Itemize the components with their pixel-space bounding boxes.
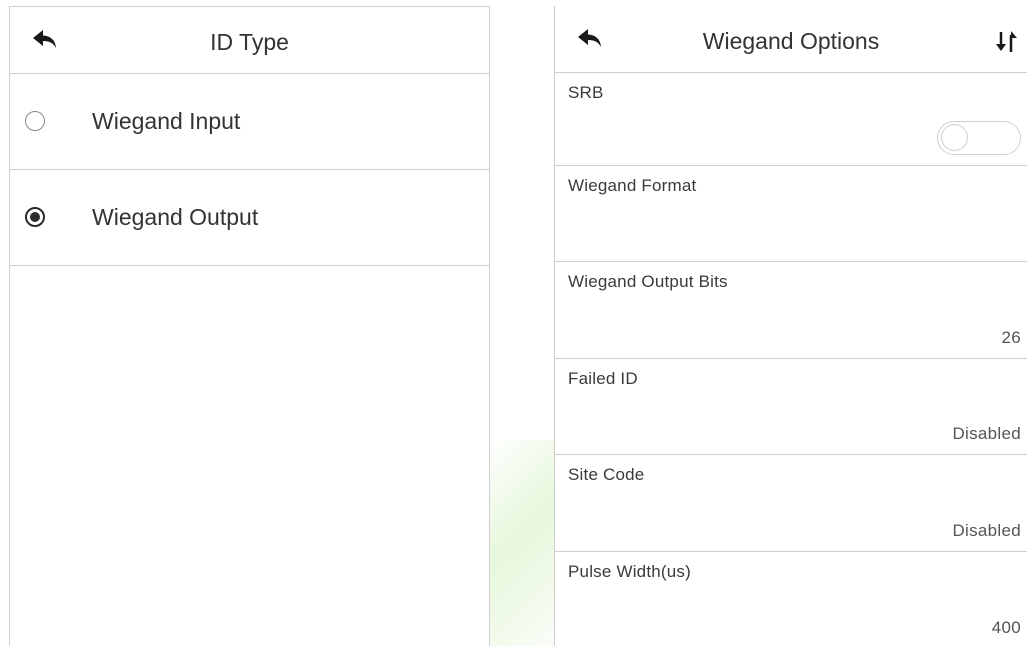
option-label: Wiegand Format: [568, 176, 697, 195]
radio-label: Wiegand Output: [92, 204, 259, 230]
option-wiegand-output-bits[interactable]: Wiegand Output Bits 26: [555, 262, 1027, 359]
radio-label: Wiegand Input: [92, 108, 241, 134]
option-value: Disabled: [952, 521, 1021, 540]
option-pulse-width[interactable]: Pulse Width(us) 400: [555, 552, 1027, 648]
option-srb[interactable]: SRB: [555, 73, 1027, 166]
wiegand-options-header: Wiegand Options: [555, 6, 1027, 73]
wiegand-options-panel: Wiegand Options SRB Wiegand Format Wiega…: [554, 6, 1027, 646]
radio-option-wiegand-input[interactable]: Wiegand Input: [10, 74, 489, 170]
radio-unchecked[interactable]: [25, 111, 45, 131]
id-type-header: ID Type: [10, 7, 489, 74]
back-arrow-icon[interactable]: [577, 28, 603, 50]
option-value: Disabled: [952, 424, 1021, 443]
radio-option-wiegand-output[interactable]: Wiegand Output: [10, 170, 489, 266]
id-type-panel: ID Type Wiegand Input Wiegand Output: [9, 6, 490, 646]
page-title: Wiegand Options: [702, 28, 880, 54]
option-value: 400: [991, 618, 1021, 637]
sort-arrows-icon[interactable]: [993, 30, 1019, 54]
background-watermark: [490, 440, 560, 646]
option-value: 26: [1001, 328, 1021, 347]
page-title: ID Type: [210, 29, 289, 55]
option-label: Wiegand Output Bits: [568, 272, 728, 291]
radio-checked[interactable]: [25, 207, 45, 227]
option-label: Pulse Width(us): [568, 562, 691, 581]
option-label: Failed ID: [568, 369, 638, 388]
back-arrow-icon[interactable]: [32, 29, 58, 51]
option-label: SRB: [568, 83, 604, 102]
option-failed-id[interactable]: Failed ID Disabled: [555, 359, 1027, 455]
option-label: Site Code: [568, 465, 645, 484]
option-site-code[interactable]: Site Code Disabled: [555, 455, 1027, 552]
option-wiegand-format[interactable]: Wiegand Format: [555, 166, 1027, 262]
srb-toggle[interactable]: [937, 121, 1021, 155]
toggle-knob: [941, 124, 968, 151]
